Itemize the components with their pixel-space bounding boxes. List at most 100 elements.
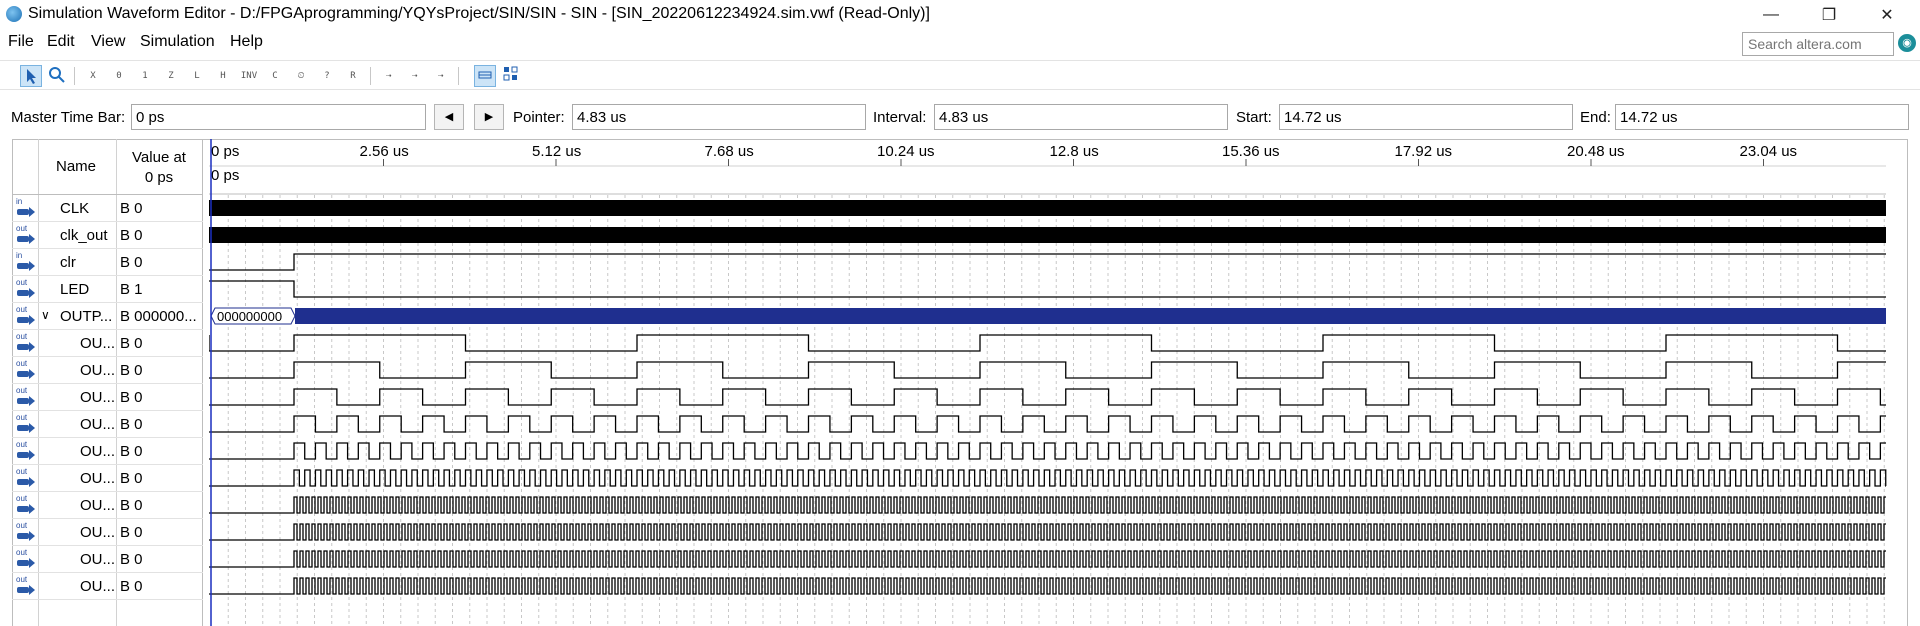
- pointer-label: Pointer:: [513, 109, 565, 126]
- arbitrary-value-icon[interactable]: ?: [316, 65, 338, 87]
- pin-direction-label: out: [16, 305, 28, 314]
- signal-value: B 0: [120, 227, 143, 244]
- signal-waveform: [209, 415, 1886, 433]
- signal-row[interactable]: in clr B 0: [12, 249, 203, 276]
- pin-direction-label: out: [16, 494, 28, 503]
- signal-name: OUTP...: [60, 308, 113, 325]
- output-pin-icon: out: [14, 413, 38, 435]
- signal-value: B 0: [120, 200, 143, 217]
- signal-value: B 0: [120, 254, 143, 271]
- value-header-line1: Value at: [132, 149, 186, 166]
- signal-row[interactable]: out OU... B 0: [12, 546, 203, 573]
- signal-name: OU...: [80, 389, 116, 406]
- force-high-icon[interactable]: 1: [134, 65, 156, 87]
- menu-edit[interactable]: Edit: [47, 33, 75, 51]
- functional-sim-icon[interactable]: ⇢: [378, 65, 400, 87]
- value-column-header[interactable]: Value at 0 ps: [120, 148, 198, 188]
- signal-row[interactable]: in CLK B 0: [12, 195, 203, 222]
- signal-row[interactable]: out ∨ OUTP... B 000000...: [12, 303, 203, 330]
- signal-name: OU...: [80, 524, 116, 541]
- next-transition-button[interactable]: ▶: [474, 104, 504, 130]
- minimize-button[interactable]: —: [1748, 0, 1794, 30]
- weak-low-icon[interactable]: L: [186, 65, 208, 87]
- waveform-display[interactable]: 000000000: [209, 139, 1888, 626]
- signal-row[interactable]: out clk_out B 0: [12, 222, 203, 249]
- unknown-value-icon[interactable]: X: [82, 65, 104, 87]
- signal-waveform: [209, 523, 1886, 541]
- signal-row[interactable]: out LED B 1: [12, 276, 203, 303]
- signal-name: LED: [60, 281, 90, 298]
- input-pin-icon: in: [14, 197, 38, 219]
- menu-help[interactable]: Help: [230, 33, 263, 51]
- random-value-icon[interactable]: R: [342, 65, 364, 87]
- output-pin-icon: out: [14, 332, 38, 354]
- snap-to-grid-icon[interactable]: [474, 65, 496, 87]
- search-input[interactable]: [1742, 32, 1894, 56]
- signal-row[interactable]: out OU... B 0: [12, 519, 203, 546]
- name-column-header[interactable]: Name: [56, 158, 96, 175]
- signal-name: CLK: [60, 200, 90, 217]
- timing-sim-icon[interactable]: ⇢: [404, 65, 426, 87]
- interval-field: 4.83 us: [934, 104, 1228, 130]
- output-pin-icon: out: [14, 548, 38, 570]
- weak-high-icon[interactable]: H: [212, 65, 234, 87]
- force-low-icon[interactable]: 0: [108, 65, 130, 87]
- signal-waveform: [209, 334, 1886, 352]
- signal-value: B 0: [120, 443, 143, 460]
- signal-value: B 0: [120, 578, 143, 595]
- output-pin-icon: out: [14, 386, 38, 408]
- signal-row[interactable]: out OU... B 0: [12, 438, 203, 465]
- output-pin-icon: out: [14, 467, 38, 489]
- pin-direction-label: out: [16, 224, 28, 233]
- pin-direction-label: out: [16, 332, 28, 341]
- master-time-field[interactable]: 0 ps: [131, 104, 426, 130]
- pin-direction-label: out: [16, 386, 28, 395]
- signal-value: B 0: [120, 362, 143, 379]
- signal-waveform: [209, 388, 1886, 406]
- menu-bar: File Edit View Simulation Help: [0, 30, 1920, 56]
- globe-icon[interactable]: ◉: [1898, 34, 1916, 52]
- netlist-sim-icon[interactable]: ⇢: [430, 65, 452, 87]
- pin-direction-label: out: [16, 575, 28, 584]
- expand-chevron-icon[interactable]: ∨: [41, 308, 50, 322]
- signal-name: clr: [60, 254, 76, 271]
- pin-direction-label: out: [16, 467, 28, 476]
- zoom-tool-icon[interactable]: [46, 65, 68, 87]
- menu-file[interactable]: File: [8, 33, 34, 51]
- signal-row[interactable]: out OU... B 0: [12, 411, 203, 438]
- signal-row[interactable]: out OU... B 0: [12, 573, 203, 600]
- signal-name: OU...: [80, 551, 116, 568]
- signal-waveform: [209, 496, 1886, 514]
- close-button[interactable]: ✕: [1864, 0, 1910, 30]
- vertical-scrollbar[interactable]: [1888, 139, 1908, 626]
- time-bar: Master Time Bar: 0 ps ◀ ▶ Pointer: 4.83 …: [0, 100, 1920, 134]
- signal-name: OU...: [80, 578, 116, 595]
- grid-settings-icon[interactable]: [500, 65, 522, 87]
- output-pin-icon: out: [14, 305, 38, 327]
- restore-button[interactable]: ❐: [1806, 0, 1852, 30]
- invert-icon[interactable]: INV: [238, 65, 260, 87]
- signal-value: B 0: [120, 416, 143, 433]
- clock-waveform: [209, 200, 1886, 216]
- signal-value: B 0: [120, 335, 143, 352]
- signal-value: B 1: [120, 281, 143, 298]
- signal-row[interactable]: out OU... B 0: [12, 384, 203, 411]
- signal-row[interactable]: out OU... B 0: [12, 492, 203, 519]
- prev-transition-button[interactable]: ◀: [434, 104, 464, 130]
- value-header-line2: 0 ps: [144, 169, 174, 186]
- high-impedance-icon[interactable]: Z: [160, 65, 182, 87]
- selection-tool-icon[interactable]: [20, 65, 42, 87]
- signal-waveform: [209, 442, 1886, 460]
- signal-row[interactable]: out OU... B 0: [12, 465, 203, 492]
- start-field: 14.72 us: [1279, 104, 1573, 130]
- end-label: End:: [1580, 109, 1611, 126]
- menu-view[interactable]: View: [91, 33, 125, 51]
- clock-value-icon[interactable]: ⏲: [290, 65, 312, 87]
- signal-row[interactable]: out OU... B 0: [12, 357, 203, 384]
- signal-waveform: [209, 253, 1886, 271]
- signal-row[interactable]: out OU... B 0: [12, 330, 203, 357]
- pin-direction-label: out: [16, 521, 28, 530]
- interval-label: Interval:: [873, 109, 927, 126]
- menu-simulation[interactable]: Simulation: [140, 33, 215, 51]
- count-value-icon[interactable]: C: [264, 65, 286, 87]
